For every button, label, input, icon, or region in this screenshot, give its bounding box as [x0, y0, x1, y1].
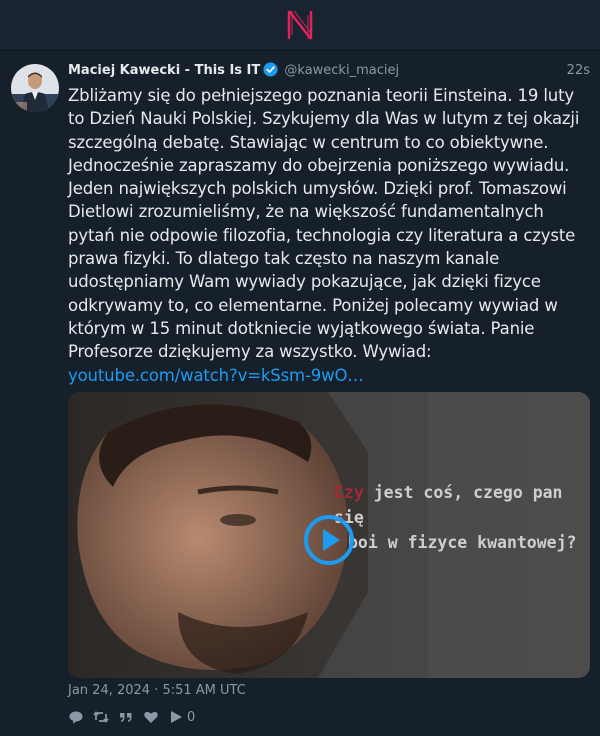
logo-icon[interactable] — [286, 9, 314, 41]
tweet-text-line: szczególną debatę. Stawiając w centrum t… — [68, 132, 549, 152]
views-count: 0 — [187, 709, 196, 725]
tweet-text: Zbliżamy się do pełniejszego poznania te… — [68, 84, 592, 387]
avatar[interactable] — [11, 64, 59, 112]
tweet-text-line: Jednocześnie zapraszamy do obejrzenia po… — [68, 155, 570, 175]
like-icon[interactable] — [143, 709, 159, 725]
caption-highlight: Czy — [334, 483, 364, 502]
verified-icon — [263, 62, 278, 77]
reply-icon[interactable] — [68, 709, 84, 725]
tweet-text-line: Dietlowi zrozumieliśmy, że na większość … — [68, 202, 544, 222]
video-embed[interactable]: Czy jest coś, czego pan się boi w fizyce… — [68, 392, 590, 678]
play-icon[interactable] — [303, 514, 355, 566]
tweet-text-line: odkrywamy to, co elementarne. Poniżej po… — [68, 295, 558, 315]
caption-line-1: jest coś, czego pan się — [334, 483, 563, 527]
tweet-date[interactable]: Jan 24, 2024 · 5:51 AM UTC — [68, 683, 246, 698]
tweet-header: Maciej Kawecki - This Is IT @kawecki_mac… — [68, 61, 590, 81]
tweet-text-line: Zbliżamy się do pełniejszego poznania te… — [68, 86, 575, 105]
tweet-text-line: udostępniamy Wam wywiady pokazujące, jak… — [68, 272, 541, 292]
top-bar — [0, 0, 600, 51]
tweet-text-line: Jeden największych polskich umysłów. Dzi… — [68, 179, 567, 199]
caption-line-2: boi w fizyce kwantowej? — [348, 533, 577, 552]
tweet-actions: 0 — [68, 707, 195, 727]
tweet-text-line: prawa fizyki. To dlatego tak często na n… — [68, 249, 500, 269]
tweet-text-line: to Dzień Nauki Polskiej. Szykujemy dla W… — [68, 109, 580, 129]
tweet: Maciej Kawecki - This Is IT @kawecki_mac… — [0, 51, 600, 736]
author-name[interactable]: Maciej Kawecki - This Is IT — [68, 63, 260, 78]
tweet-text-line: którym w 15 minut dotkniecie wyjątkowego… — [68, 318, 535, 338]
retweet-icon[interactable] — [93, 709, 109, 725]
tweet-text-line: pytań nie odpowie filozofia, technologia… — [68, 225, 576, 245]
quote-icon[interactable] — [118, 709, 134, 725]
views-icon[interactable] — [168, 709, 184, 725]
video-caption: Czy jest coś, czego pan się boi w fizyce… — [334, 480, 584, 555]
tweet-time[interactable]: 22s — [567, 61, 590, 81]
youtube-link[interactable]: youtube.com/watch?v=kSsm-9wO… — [68, 366, 364, 385]
author-handle[interactable]: @kawecki_maciej — [284, 63, 399, 78]
tweet-text-line: Profesorze dziękujemy za wszystko. Wywia… — [68, 342, 432, 362]
